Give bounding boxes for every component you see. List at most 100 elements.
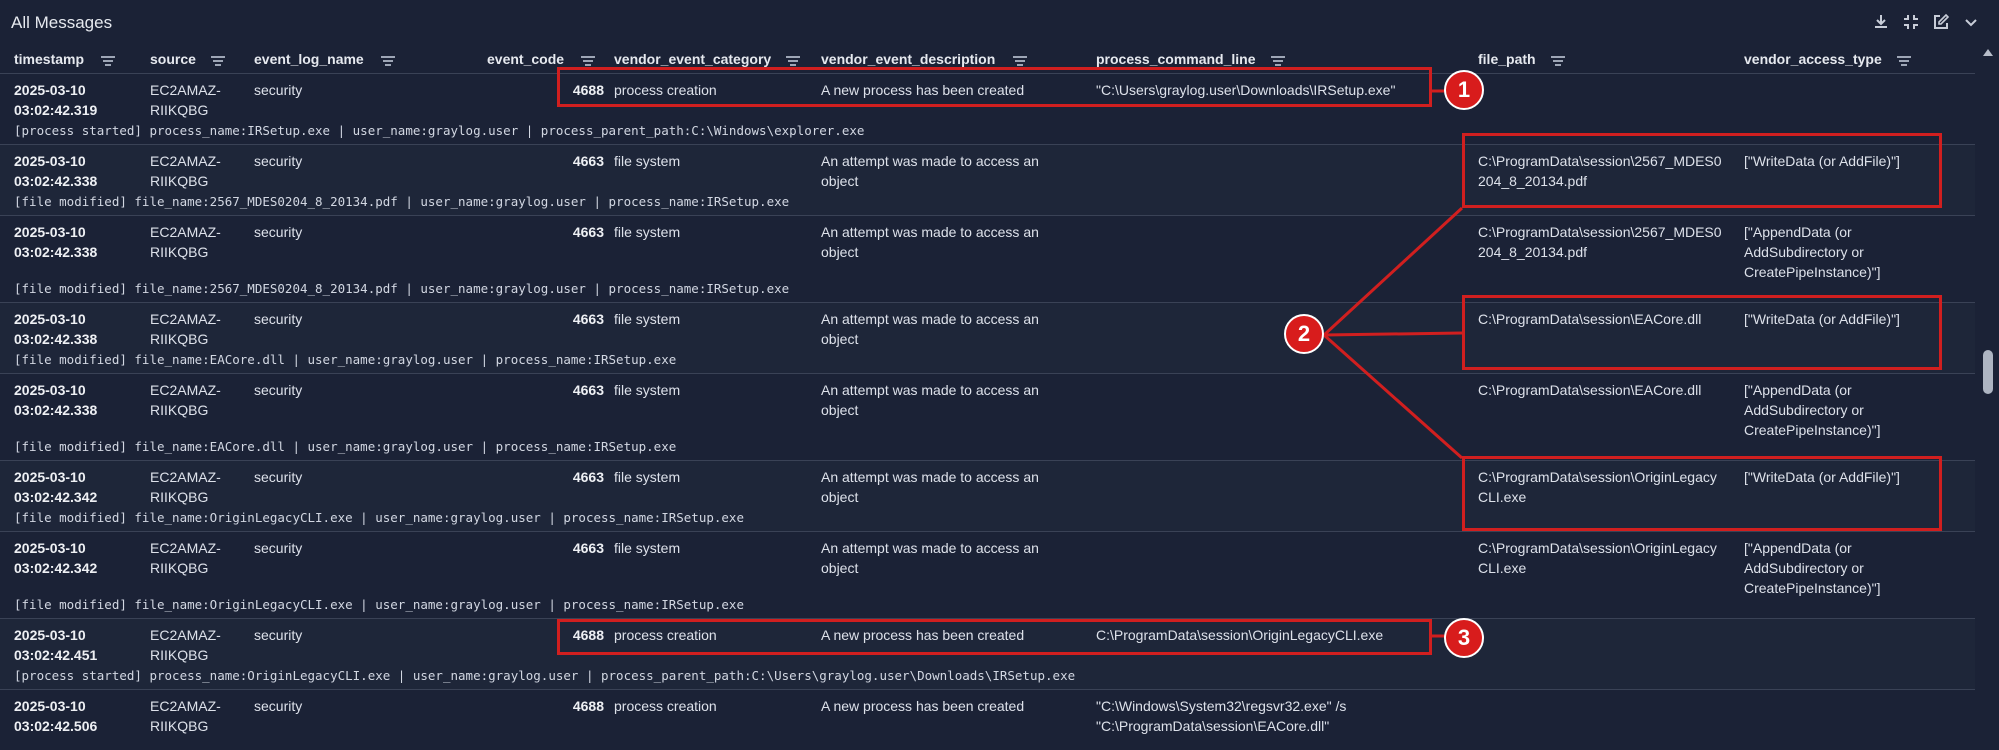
cell-vendor-access-type: ["AppendData (or xyxy=(1744,382,1852,398)
panel-header: All Messages xyxy=(0,0,1999,48)
column-header-label: source xyxy=(150,51,196,67)
edit-icon[interactable] xyxy=(1929,10,1953,34)
cell-event-log-name: security xyxy=(254,382,303,398)
message-summary: [file modified] file_name:OriginLegacyCL… xyxy=(14,597,744,612)
cell-time: 03:02:42.338 xyxy=(14,331,98,347)
cell-event-log-name: security xyxy=(254,469,303,485)
cell-source: EC2AMAZ- xyxy=(150,82,221,98)
cell-vendor-event-description-line2: object xyxy=(821,489,859,505)
cell-source-line2: RIIKQBG xyxy=(150,102,209,118)
cell-date: 2025-03-10 xyxy=(14,540,86,556)
cell-time: 03:02:42.338 xyxy=(14,173,98,189)
column-header-vendor-event-description[interactable]: vendor_event_description xyxy=(821,49,995,69)
cell-time: 03:02:42.338 xyxy=(14,402,98,418)
column-header-label: timestamp xyxy=(14,51,85,67)
annotation-badge-1: 1 xyxy=(1444,70,1484,110)
cell-vendor-event-category: process creation xyxy=(614,698,717,714)
cell-event-log-name: security xyxy=(254,153,303,169)
panel-toolbar xyxy=(1869,10,1983,34)
cell-vendor-access-type-line3: CreatePipeInstance)"] xyxy=(1744,422,1881,438)
annotation-badge-2: 2 xyxy=(1284,314,1324,354)
message-summary: [process started] process_name:OriginLeg… xyxy=(14,668,1076,683)
column-header-vendor-event-category[interactable]: vendor_event_category xyxy=(614,49,771,69)
cell-source: EC2AMAZ- xyxy=(150,469,221,485)
cell-event-code: 4663 xyxy=(572,153,604,169)
scrollbar-thumb[interactable] xyxy=(1983,350,1993,394)
cell-file-path-line2: 204_8_20134.pdf xyxy=(1478,244,1587,260)
cell-date: 2025-03-10 xyxy=(14,82,86,98)
cell-vendor-access-type-line3: CreatePipeInstance)"] xyxy=(1744,264,1881,280)
cell-time: 03:02:42.338 xyxy=(14,244,98,260)
cell-time: 03:02:42.451 xyxy=(14,647,98,663)
column-header-event-log-name[interactable]: event_log_name xyxy=(254,49,364,69)
message-summary: [process started] process_name:IRSetup.e… xyxy=(14,123,865,138)
cell-vendor-event-category: file system xyxy=(614,382,681,398)
cell-vendor-event-category: file system xyxy=(614,540,681,556)
sort-ascending-icon[interactable] xyxy=(100,54,116,70)
column-header-vendor-access-type[interactable]: vendor_access_type xyxy=(1744,49,1882,69)
cell-vendor-access-type: ["AppendData (or xyxy=(1744,540,1852,556)
cell-event-code: 4663 xyxy=(572,382,604,398)
table-row[interactable]: 2025-03-10 03:02:42.342 EC2AMAZ- RIIKQBG sec… xyxy=(0,531,1975,619)
message-summary: [file modified] file_name:2567_MDES0204_… xyxy=(14,194,790,209)
message-summary: [file modified] file_name:EACore.dll | u… xyxy=(14,439,677,454)
cell-time: 03:02:42.506 xyxy=(14,718,98,734)
sort-icon[interactable] xyxy=(1896,54,1912,70)
cell-date: 2025-03-10 xyxy=(14,469,86,485)
cell-source-line2: RIIKQBG xyxy=(150,402,209,418)
column-header-file-path[interactable]: file_path xyxy=(1478,49,1536,69)
column-header-label: vendor_event_description xyxy=(821,51,996,67)
cell-source: EC2AMAZ- xyxy=(150,224,221,240)
sort-icon[interactable] xyxy=(380,54,396,70)
column-header-label: vendor_event_category xyxy=(614,51,772,67)
cell-event-code: 4688 xyxy=(572,698,604,714)
cell-date: 2025-03-10 xyxy=(14,698,86,714)
highlight-box-1 xyxy=(557,67,1432,107)
highlight-box-2b xyxy=(1462,295,1942,370)
cell-event-log-name: security xyxy=(254,698,303,714)
cell-file-path: C:\ProgramData\session\EACore.dll xyxy=(1478,382,1702,398)
download-icon[interactable] xyxy=(1869,10,1893,34)
highlight-box-2a xyxy=(1462,133,1942,208)
cell-time: 03:02:42.342 xyxy=(14,489,98,505)
cell-source: EC2AMAZ- xyxy=(150,540,221,556)
cell-source: EC2AMAZ- xyxy=(150,627,221,643)
cell-vendor-access-type-line2: AddSubdirectory or xyxy=(1744,560,1864,576)
cell-vendor-access-type-line3: CreatePipeInstance)"] xyxy=(1744,580,1881,596)
cell-source-line2: RIIKQBG xyxy=(150,244,209,260)
table-row[interactable]: 2025-03-10 03:02:42.338 EC2AMAZ- RIIKQBG sec… xyxy=(0,373,1975,461)
column-header-timestamp[interactable]: timestamp xyxy=(14,49,84,69)
column-header-label: event_code xyxy=(487,51,565,67)
column-header-process-command-line[interactable]: process_command_line xyxy=(1096,49,1256,69)
cell-vendor-event-description: An attempt was made to access an xyxy=(821,382,1039,398)
cell-vendor-event-description-line2: object xyxy=(821,331,859,347)
cell-file-path-line2: CLI.exe xyxy=(1478,560,1527,576)
scrollbar[interactable] xyxy=(1983,49,1993,743)
sort-icon[interactable] xyxy=(210,54,226,70)
cell-vendor-event-category: file system xyxy=(614,224,681,240)
table-row[interactable]: 2025-03-10 03:02:42.338 EC2AMAZ- RIIKQBG sec… xyxy=(0,215,1975,303)
cell-file-path: C:\ProgramData\session\OriginLegacy xyxy=(1478,540,1717,556)
highlight-box-2c xyxy=(1462,456,1942,531)
chevron-down-icon[interactable] xyxy=(1959,10,1983,34)
column-header-event-code[interactable]: event_code xyxy=(487,49,564,69)
cell-source: EC2AMAZ- xyxy=(150,153,221,169)
message-summary: [file modified] file_name:OriginLegacyCL… xyxy=(14,510,744,525)
cell-vendor-event-description-line2: object xyxy=(821,560,859,576)
column-header-source[interactable]: source xyxy=(150,49,196,69)
cell-event-code: 4663 xyxy=(572,224,604,240)
table-row[interactable]: 2025-03-10 03:02:42.506 EC2AMAZ- RIIKQBG sec… xyxy=(0,689,1975,750)
scroll-up-icon[interactable] xyxy=(1983,49,1993,56)
sort-icon[interactable] xyxy=(1550,54,1566,70)
cell-date: 2025-03-10 xyxy=(14,382,86,398)
cell-vendor-event-category: file system xyxy=(614,469,681,485)
cell-source: EC2AMAZ- xyxy=(150,382,221,398)
cell-vendor-event-description: An attempt was made to access an xyxy=(821,311,1039,327)
cell-source-line2: RIIKQBG xyxy=(150,647,209,663)
message-summary: [file modified] file_name:EACore.dll | u… xyxy=(14,352,677,367)
cell-source-line2: RIIKQBG xyxy=(150,489,209,505)
cell-event-code: 4663 xyxy=(572,311,604,327)
column-header-label: vendor_access_type xyxy=(1744,51,1882,67)
cell-date: 2025-03-10 xyxy=(14,153,86,169)
collapse-icon[interactable] xyxy=(1899,10,1923,34)
